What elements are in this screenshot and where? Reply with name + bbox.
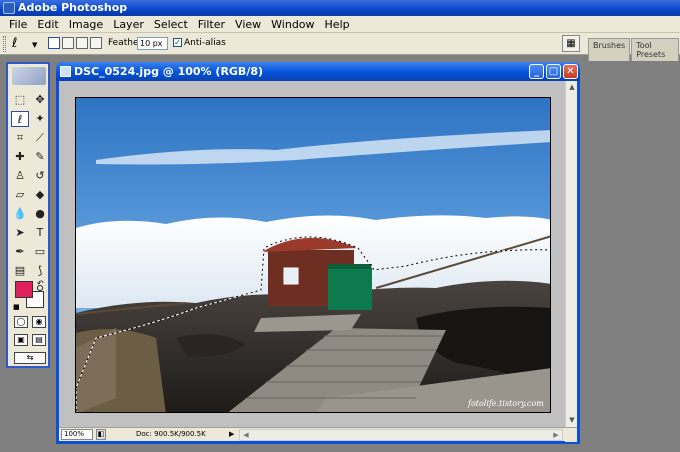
photoshop-logo-icon: [3, 2, 15, 14]
scroll-up-icon[interactable]: ▲: [567, 82, 577, 92]
pen-icon[interactable]: ✒: [11, 244, 29, 260]
document-title-bar[interactable]: DSC_0524.jpg @ 100% (RGB/8) _ □ ✕: [56, 62, 580, 81]
palette-toggle-button[interactable]: ▦: [562, 35, 580, 52]
foreground-color-swatch[interactable]: [15, 281, 33, 298]
tool-preset-picker[interactable]: ℓ ▼: [12, 36, 42, 52]
watermark-text: fotolife.tistory.com: [467, 399, 544, 408]
horizontal-scrollbar[interactable]: ◀ ▶: [239, 429, 563, 441]
healing-brush-icon[interactable]: ✚: [11, 149, 29, 165]
menu-file[interactable]: File: [4, 16, 32, 33]
zoom-level-field[interactable]: 100%: [61, 429, 93, 440]
rectangle-shape-icon[interactable]: ▭: [31, 244, 49, 260]
menu-image[interactable]: Image: [64, 16, 108, 33]
photo-image: fotolife.tistory.com: [76, 98, 550, 412]
palette-well: Brushes Tool Presets: [588, 38, 680, 61]
imageready-row: ⇆: [14, 352, 46, 364]
tool-grid: ⬚✥ℓ✦⌗⟋✚✎♙↺▱◆💧●➤T✒▭▤⟆✋⚲: [11, 92, 49, 298]
adobe-feather-icon[interactable]: [12, 67, 46, 85]
clone-stamp-icon[interactable]: ♙: [11, 168, 29, 184]
lasso-icon: ℓ: [12, 36, 18, 51]
subtract-from-selection-button[interactable]: [76, 37, 88, 49]
type-icon[interactable]: T: [31, 225, 49, 241]
intersect-selection-button[interactable]: [90, 37, 102, 49]
notes-icon[interactable]: ▤: [11, 263, 29, 279]
scroll-right-icon[interactable]: ▶: [551, 430, 561, 440]
status-menu-arrow-icon[interactable]: ▶: [229, 429, 238, 440]
eyedropper-icon[interactable]: ⟆: [31, 263, 49, 279]
doc-size-info: Doc: 900.5K/900.5K: [136, 430, 206, 438]
move-icon[interactable]: ✥: [31, 92, 49, 108]
screen-mode-row: ▣ ▤: [14, 334, 46, 346]
document-icon: [60, 66, 71, 77]
tab-tool-presets[interactable]: Tool Presets: [631, 38, 679, 61]
chevron-down-icon: ▼: [32, 41, 38, 49]
swap-colors-icon[interactable]: ↶: [37, 279, 44, 288]
app-title-bar: Adobe Photoshop: [0, 0, 680, 16]
menu-edit[interactable]: Edit: [32, 16, 63, 33]
menu-help[interactable]: Help: [320, 16, 355, 33]
options-bar: ℓ ▼ Feather: 10 px ✓ Anti-alias ▦: [0, 33, 680, 55]
selection-mode-group: [48, 37, 102, 49]
app-title: Adobe Photoshop: [18, 1, 128, 14]
canvas-area[interactable]: fotolife.tistory.com: [59, 81, 565, 427]
photo-canvas[interactable]: fotolife.tistory.com: [75, 97, 551, 413]
status-bar: 100% ◧ Doc: 900.5K/900.5K ▶ ◀ ▶: [59, 427, 577, 442]
slice-icon[interactable]: ⟋: [31, 130, 49, 146]
paint-bucket-icon[interactable]: ◆: [31, 187, 49, 203]
maximize-button[interactable]: □: [546, 64, 561, 79]
blur-icon[interactable]: 💧: [11, 206, 29, 222]
tab-brushes[interactable]: Brushes: [588, 38, 631, 61]
document-title: DSC_0524.jpg @ 100% (RGB/8): [74, 65, 264, 78]
color-swatches: ↶ ■: [13, 279, 49, 313]
scroll-down-icon[interactable]: ▼: [567, 415, 577, 425]
lasso-icon[interactable]: ℓ: [11, 111, 29, 127]
path-selection-icon[interactable]: ➤: [11, 225, 29, 241]
full-screen-menu-button[interactable]: ▤: [32, 334, 46, 346]
resize-grip[interactable]: [565, 428, 577, 442]
antialias-label: Anti-alias: [184, 38, 226, 48]
default-colors-icon[interactable]: ■: [13, 303, 20, 311]
history-brush-icon[interactable]: ↺: [31, 168, 49, 184]
add-to-selection-button[interactable]: [62, 37, 74, 49]
close-button[interactable]: ✕: [563, 64, 578, 79]
dodge-icon[interactable]: ●: [31, 206, 49, 222]
eraser-icon[interactable]: ▱: [11, 187, 29, 203]
standard-mode-button[interactable]: ◯: [14, 316, 28, 328]
vertical-scrollbar[interactable]: ▲ ▼: [565, 81, 577, 427]
rectangular-marquee-icon[interactable]: ⬚: [11, 92, 29, 108]
document-body: fotolife.tistory.com ▲ ▼ 100% ◧ Doc: 900…: [59, 81, 577, 442]
jump-to-imageready-button[interactable]: ⇆: [14, 352, 46, 364]
toolbox: ⬚✥ℓ✦⌗⟋✚✎♙↺▱◆💧●➤T✒▭▤⟆✋⚲ ↶ ■ ◯ ◉ ▣ ▤ ⇆: [6, 62, 50, 368]
minimize-button[interactable]: _: [529, 64, 544, 79]
status-options-icon[interactable]: ◧: [96, 429, 106, 440]
brush-icon[interactable]: ✎: [31, 149, 49, 165]
menu-view[interactable]: View: [230, 16, 266, 33]
antialias-checkbox[interactable]: ✓: [173, 38, 182, 47]
magic-wand-icon[interactable]: ✦: [31, 111, 49, 127]
menu-select[interactable]: Select: [149, 16, 193, 33]
scroll-left-icon[interactable]: ◀: [241, 430, 251, 440]
menu-layer[interactable]: Layer: [108, 16, 149, 33]
options-grip[interactable]: [3, 36, 6, 52]
quick-mask-button[interactable]: ◉: [32, 316, 46, 328]
menu-window[interactable]: Window: [266, 16, 319, 33]
quick-mask-row: ◯ ◉: [14, 316, 46, 328]
new-selection-button[interactable]: [48, 37, 60, 49]
menu-bar: File Edit Image Layer Select Filter View…: [0, 16, 680, 33]
feather-input[interactable]: 10 px: [137, 37, 168, 50]
menu-filter[interactable]: Filter: [193, 16, 230, 33]
crop-icon[interactable]: ⌗: [11, 130, 29, 146]
document-window: DSC_0524.jpg @ 100% (RGB/8) _ □ ✕ fotoli…: [56, 62, 580, 444]
standard-screen-button[interactable]: ▣: [14, 334, 28, 346]
